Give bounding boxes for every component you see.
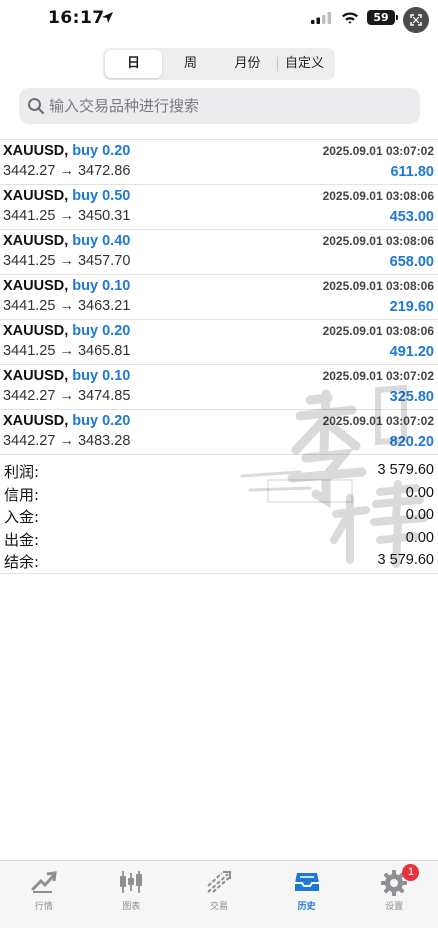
tab-week[interactable]: 周 xyxy=(162,50,219,78)
search-icon xyxy=(28,98,45,115)
floating-overlay-button[interactable] xyxy=(403,7,429,33)
quotes-icon xyxy=(31,871,57,893)
trade-date: 2025.09.01 03:08:06 xyxy=(322,234,434,248)
summary-value: 3 579.60 xyxy=(377,552,434,568)
summary-row-withdrawal: 出金: 0.00 xyxy=(0,528,438,551)
symbol-search-input[interactable] xyxy=(49,88,409,124)
summary-label: 信用: xyxy=(4,485,40,504)
summary-label: 结余: xyxy=(4,553,40,571)
tab-day[interactable]: 日 xyxy=(105,50,162,78)
trade-prices: 3442.27 → 3483.28 xyxy=(3,433,131,449)
trade-symbol: XAUUSD, buy 0.50 xyxy=(3,188,131,204)
status-time: 16:17 xyxy=(48,8,105,28)
tab-label: 历史 xyxy=(297,902,316,912)
trade-symbol: XAUUSD, buy 0.10 xyxy=(3,368,131,384)
location-arrow-icon xyxy=(102,12,113,23)
tab-label: 图表 xyxy=(122,902,141,912)
period-segmented-control: 日 周 月份 自定义 xyxy=(103,48,335,80)
trade-icon xyxy=(207,871,231,893)
trade-profit: 820.20 xyxy=(389,434,434,450)
summary-row-profit: 利润: 3 579.60 xyxy=(0,460,438,483)
status-bar: 16:17 59 xyxy=(0,0,438,38)
tab-label: 设置 xyxy=(385,902,404,912)
trade-side: buy 0.20 xyxy=(72,413,131,429)
summary-label: 出金: xyxy=(4,530,40,549)
trade-date: 2025.09.01 03:08:06 xyxy=(322,324,434,338)
summary-value: 0.00 xyxy=(405,529,434,546)
segment-divider xyxy=(277,57,278,71)
trade-side: buy 0.20 xyxy=(72,143,131,159)
trade-date: 2025.09.01 03:07:02 xyxy=(322,369,434,383)
trade-symbol: XAUUSD, buy 0.20 xyxy=(3,413,131,429)
trade-prices: 3441.25 → 3457.70 xyxy=(3,253,131,269)
tab-history[interactable]: 历史 xyxy=(263,861,351,928)
trade-side: buy 0.10 xyxy=(72,278,131,294)
expand-icon xyxy=(410,14,422,26)
tab-month[interactable]: 月份 xyxy=(219,50,276,78)
trade-row[interactable]: XAUUSD, buy 0.20 2025.09.01 03:07:02 344… xyxy=(0,410,438,455)
trade-row[interactable]: XAUUSD, buy 0.10 2025.09.01 03:08:06 344… xyxy=(0,275,438,320)
trade-prices: 3442.27 → 3474.85 xyxy=(3,388,131,404)
summary-value: 0.00 xyxy=(405,484,434,501)
trade-symbol: XAUUSD, buy 0.10 xyxy=(3,278,131,294)
summary-value: 0.00 xyxy=(405,507,434,523)
summary-value: 3 579.60 xyxy=(377,462,434,478)
trade-row[interactable]: XAUUSD, buy 0.20 2025.09.01 03:08:06 344… xyxy=(0,320,438,365)
trade-history-list: XAUUSD, buy 0.20 2025.09.01 03:07:02 344… xyxy=(0,139,438,455)
tab-quotes[interactable]: 行情 xyxy=(0,861,88,928)
trade-profit: 491.20 xyxy=(389,344,434,360)
trade-date: 2025.09.01 03:07:02 xyxy=(322,144,434,158)
summary-row-deposit: 入金: 0.00 xyxy=(0,505,438,528)
trade-side: buy 0.20 xyxy=(72,323,131,339)
trade-row[interactable]: XAUUSD, buy 0.50 2025.09.01 03:08:06 344… xyxy=(0,185,438,230)
trade-profit: 219.60 xyxy=(389,299,434,315)
tab-settings[interactable]: 1 设置 xyxy=(350,861,438,928)
history-icon xyxy=(294,873,319,891)
trade-profit: 325.80 xyxy=(389,389,434,405)
search-bar xyxy=(19,88,420,124)
trade-date: 2025.09.01 03:08:06 xyxy=(322,279,434,293)
trade-side: buy 0.50 xyxy=(72,188,131,204)
account-summary: 利润: 3 579.60 信用: 0.00 入金: 0.00 出金: 0.00 … xyxy=(0,460,438,574)
trade-symbol: XAUUSD, buy 0.20 xyxy=(3,143,131,159)
wifi-icon xyxy=(342,12,358,24)
notification-badge: 1 xyxy=(402,864,420,881)
trade-symbol: XAUUSD, buy 0.20 xyxy=(3,323,131,339)
tab-trade[interactable]: 交易 xyxy=(175,861,263,928)
tab-label: 行情 xyxy=(34,902,53,912)
trade-row[interactable]: XAUUSD, buy 0.10 2025.09.01 03:07:02 344… xyxy=(0,365,438,410)
tab-chart[interactable]: 图表 xyxy=(88,861,176,928)
tab-custom[interactable]: 自定义 xyxy=(276,50,333,78)
trade-row[interactable]: XAUUSD, buy 0.40 2025.09.01 03:08:06 344… xyxy=(0,230,438,275)
summary-row-balance: 结余: 3 579.60 xyxy=(0,550,438,573)
bottom-tab-bar: 行情 图表 交易 历史 1 设置 xyxy=(0,860,438,928)
trade-prices: 3441.25 → 3450.31 xyxy=(3,208,131,224)
summary-row-credit: 信用: 0.00 xyxy=(0,483,438,506)
trade-side: buy 0.10 xyxy=(72,368,131,384)
trade-profit: 658.00 xyxy=(389,254,434,270)
trade-date: 2025.09.01 03:08:06 xyxy=(322,189,434,203)
battery-indicator: 59 xyxy=(367,10,395,25)
trade-profit: 611.80 xyxy=(390,164,434,180)
battery-cap xyxy=(396,15,398,20)
trade-profit: 453.00 xyxy=(389,209,434,225)
trade-row[interactable]: XAUUSD, buy 0.20 2025.09.01 03:07:02 344… xyxy=(0,140,438,185)
trade-side: buy 0.40 xyxy=(72,233,131,249)
trade-date: 2025.09.01 03:07:02 xyxy=(322,414,434,428)
summary-label: 入金: xyxy=(4,508,40,526)
trade-prices: 3441.25 → 3465.81 xyxy=(3,343,131,359)
tab-label: 交易 xyxy=(209,902,228,912)
trade-prices: 3442.27 → 3472.86 xyxy=(3,163,131,179)
trade-prices: 3441.25 → 3463.21 xyxy=(3,298,131,314)
trade-symbol: XAUUSD, buy 0.40 xyxy=(3,233,131,249)
summary-label: 利润: xyxy=(4,463,40,481)
chart-candles-icon xyxy=(120,871,143,893)
cellular-signal-icon xyxy=(311,12,331,24)
